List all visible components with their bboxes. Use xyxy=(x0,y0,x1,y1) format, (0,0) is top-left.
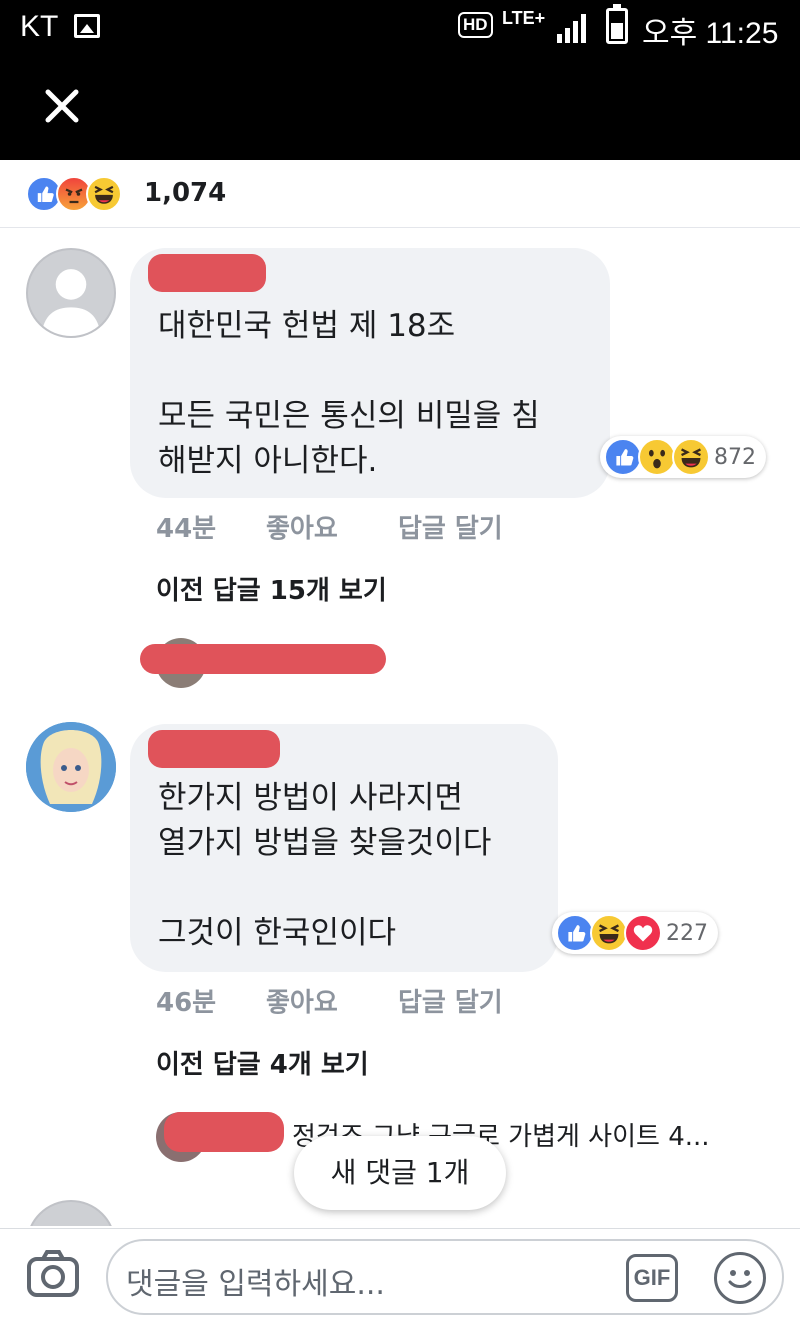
reply-author-redacted xyxy=(164,1112,284,1152)
reply-author-redacted xyxy=(140,644,386,674)
wow-icon xyxy=(638,438,676,476)
comment-reactions[interactable]: 227 xyxy=(552,912,718,954)
haha-icon xyxy=(86,176,122,212)
view-previous-replies[interactable]: 이전 답글 4개 보기 xyxy=(156,1044,369,1081)
comment-reactions[interactable]: 872 xyxy=(600,436,766,478)
network-type-label: LTE+ xyxy=(502,8,546,28)
comment-input[interactable]: 댓글을 입력하세요... xyxy=(106,1239,784,1315)
reaction-count: 227 xyxy=(666,920,708,946)
comment-bubble: 대한민국 헌법 제 18조 모든 국민은 통신의 비밀을 침 해받지 아니한다. xyxy=(130,248,610,498)
reaction-icons xyxy=(26,176,122,212)
gif-button[interactable]: GIF xyxy=(626,1254,678,1302)
reply-button[interactable]: 답글 달기 xyxy=(398,982,503,1019)
carrier-label: KT xyxy=(20,10,59,43)
signal-strength-icon xyxy=(557,14,586,43)
like-comment-button[interactable]: 좋아요 xyxy=(266,982,338,1019)
close-icon[interactable] xyxy=(42,86,82,126)
comment-meta: 46분 좋아요 답글 달기 xyxy=(156,982,556,1018)
reaction-count: 1,074 xyxy=(144,178,227,208)
commenter-avatar[interactable] xyxy=(26,248,116,338)
comment-meta: 44분 좋아요 답글 달기 xyxy=(156,508,556,544)
haha-icon xyxy=(672,438,710,476)
comment-input-placeholder: 댓글을 입력하세요... xyxy=(126,1267,385,1302)
comment-composer: 댓글을 입력하세요... xyxy=(0,1228,800,1328)
status-bar: KT HD LTE+ 오후 11:25 xyxy=(0,0,800,56)
like-icon xyxy=(556,914,594,952)
default-avatar-icon xyxy=(41,269,101,336)
reactions-summary[interactable]: 1,074 xyxy=(0,160,800,228)
reaction-count: 872 xyxy=(714,444,756,470)
new-comments-button[interactable]: 새 댓글 1개 xyxy=(294,1136,506,1210)
comment-author-redacted[interactable] xyxy=(148,730,280,768)
comment-time: 44분 xyxy=(156,514,217,544)
commenter-avatar[interactable] xyxy=(26,722,116,812)
view-previous-replies[interactable]: 이전 답글 15개 보기 xyxy=(156,570,387,607)
camera-icon[interactable] xyxy=(26,1249,80,1299)
top-bar xyxy=(0,56,800,160)
comment-text: 한가지 방법이 사라지면 열가지 방법을 찾을것이다 그것이 한국인이다 xyxy=(158,780,492,951)
commenter-avatar[interactable] xyxy=(26,1200,116,1226)
haha-icon xyxy=(590,914,628,952)
battery-icon xyxy=(606,4,628,44)
reply-preview[interactable] xyxy=(140,638,776,688)
comment-bubble: 한가지 방법이 사라지면 열가지 방법을 찾을것이다 그것이 한국인이다 xyxy=(130,724,558,972)
reply-button[interactable]: 답글 달기 xyxy=(398,508,503,545)
comment-text: 대한민국 헌법 제 18조 모든 국민은 통신의 비밀을 침 해받지 아니한다. xyxy=(158,308,540,479)
comment-time: 46분 xyxy=(156,988,217,1018)
love-icon xyxy=(624,914,662,952)
like-comment-button[interactable]: 좋아요 xyxy=(266,508,338,545)
emoji-icon[interactable] xyxy=(714,1252,766,1304)
comment-author-redacted[interactable] xyxy=(148,254,266,292)
clock: 오후 11:25 xyxy=(642,17,779,50)
hd-voice-icon: HD xyxy=(458,12,493,38)
like-icon xyxy=(604,438,642,476)
image-notification-icon xyxy=(74,14,100,38)
elsa-avatar-icon xyxy=(26,722,116,812)
